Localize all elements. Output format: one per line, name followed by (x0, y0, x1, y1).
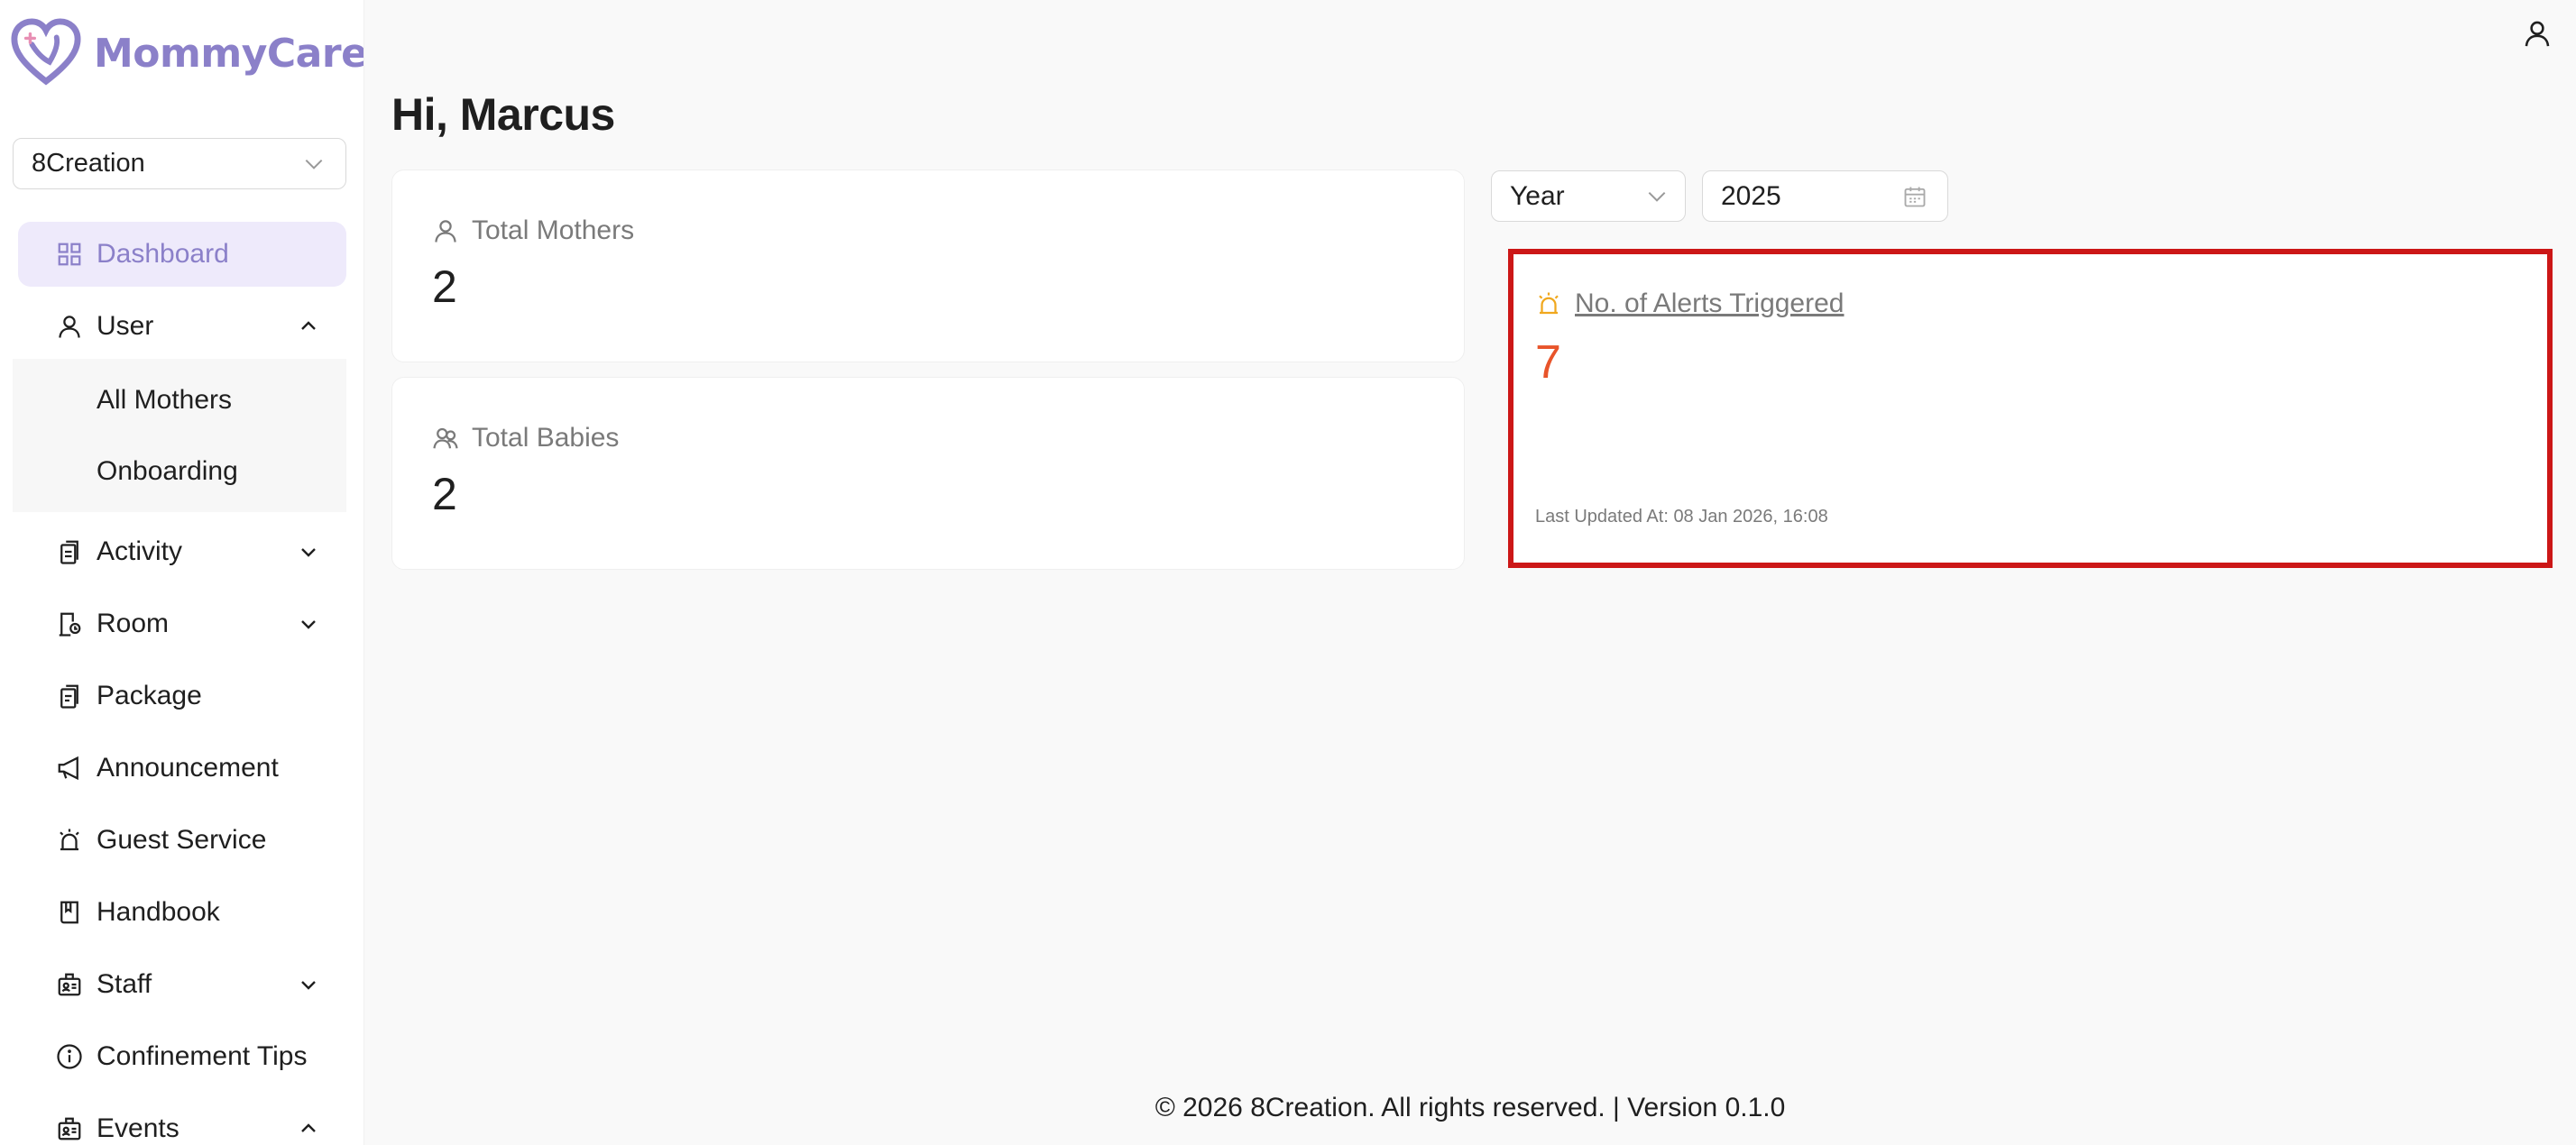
user-icon (59, 316, 80, 338)
chevron-up-icon (301, 1123, 316, 1132)
sidebar-item-label: Room (97, 609, 170, 638)
total-mothers-card: Total Mothers 2 (391, 169, 1465, 362)
sidebar-item-events[interactable]: Events (18, 1096, 346, 1145)
logo-heart-icon (11, 18, 81, 86)
year-picker[interactable]: 2025 (1702, 170, 1948, 222)
alarm-bell-icon (60, 829, 79, 851)
user-icon (435, 220, 456, 243)
chevron-down-icon (301, 981, 316, 990)
sidebar-item-dashboard[interactable]: Dashboard (18, 222, 346, 287)
total-mothers-value: 2 (432, 261, 457, 312)
app-name: MommyCare (94, 30, 364, 77)
events-icon (58, 1117, 81, 1140)
sidebar-item-staff[interactable]: Staff (18, 952, 346, 1017)
users-icon (433, 427, 458, 449)
alarm-bell-icon (1539, 292, 1559, 315)
alerts-triggered-value: 7 (1535, 336, 1561, 389)
organization-select[interactable]: 8Creation (13, 138, 346, 189)
sidebar-item-label: Handbook (97, 897, 220, 927)
alerts-triggered-card: No. of Alerts Triggered 7 Last Updated A… (1508, 249, 2553, 568)
sidebar-item-package[interactable]: Package (18, 664, 346, 728)
alerts-triggered-link[interactable]: No. of Alerts Triggered (1575, 289, 1844, 319)
sidebar-item-label: Guest Service (97, 825, 267, 855)
sidebar-subitem-onboarding[interactable]: Onboarding (13, 435, 346, 507)
sidebar-item-label: Events (97, 1113, 179, 1143)
total-babies-card: Total Babies 2 (391, 377, 1465, 570)
staff-badge-icon (58, 973, 81, 996)
book-icon (60, 901, 78, 924)
chevron-down-icon (305, 159, 323, 169)
footer-copyright: © 2026 8Creation. All rights reserved. |… (1155, 1093, 1786, 1122)
total-babies-value: 2 (432, 469, 457, 519)
period-select-value: Year (1510, 180, 1565, 211)
sidebar-item-label: Dashboard (97, 239, 229, 269)
package-icon (60, 684, 78, 709)
year-picker-value: 2025 (1721, 180, 1781, 211)
card-title: Total Babies (432, 423, 619, 453)
period-select[interactable]: Year (1491, 170, 1686, 222)
chevron-down-icon (301, 548, 316, 557)
sidebar-menu: Dashboard User All Mothers Onboarding Ac… (0, 222, 363, 1145)
organization-select-value: 8Creation (32, 149, 145, 178)
sidebar-item-label: Announcement (97, 753, 279, 783)
sidebar-item-label: Package (97, 681, 202, 710)
page-title: Hi, Marcus (391, 89, 615, 140)
sidebar-item-confinement-tips[interactable]: Confinement Tips (18, 1024, 346, 1089)
sidebar-item-room[interactable]: Room (18, 591, 346, 656)
card-title: No. of Alerts Triggered (1535, 289, 1844, 319)
card-title: Total Mothers (432, 215, 634, 246)
sidebar-item-label: Confinement Tips (97, 1041, 308, 1071)
clipboard-icon (60, 540, 78, 564)
sidebar-item-guest-service[interactable]: Guest Service (18, 808, 346, 873)
info-icon (57, 1044, 82, 1069)
sidebar-item-user[interactable]: User (18, 294, 346, 359)
sidebar-item-label: Activity (97, 536, 183, 566)
sidebar-item-label: Staff (97, 969, 152, 999)
user-submenu: All Mothers Onboarding (13, 359, 346, 512)
sidebar-item-activity[interactable]: Activity (18, 519, 346, 584)
last-updated-text: Last Updated At: 08 Jan 2026, 16:08 (1535, 507, 1828, 527)
dashboard-grid-icon (58, 243, 81, 266)
sidebar-item-announcement[interactable]: Announcement (18, 736, 346, 801)
account-icon[interactable] (2522, 18, 2553, 49)
chevron-up-icon (301, 321, 316, 330)
total-babies-label: Total Babies (472, 423, 620, 453)
sidebar-item-handbook[interactable]: Handbook (18, 880, 346, 945)
sidebar-item-label: User (97, 311, 154, 341)
sidebar-subitem-all-mothers[interactable]: All Mothers (13, 364, 346, 435)
calendar-icon (1904, 187, 1926, 206)
room-icon (59, 612, 81, 637)
chevron-down-icon (1648, 191, 1666, 202)
app-logo[interactable]: MommyCare+ (11, 18, 364, 88)
total-mothers-label: Total Mothers (472, 215, 635, 245)
sidebar: MommyCare+ 8Creation Dashboard User All … (0, 0, 364, 1145)
megaphone-icon (58, 756, 78, 781)
chevron-down-icon (301, 620, 316, 629)
